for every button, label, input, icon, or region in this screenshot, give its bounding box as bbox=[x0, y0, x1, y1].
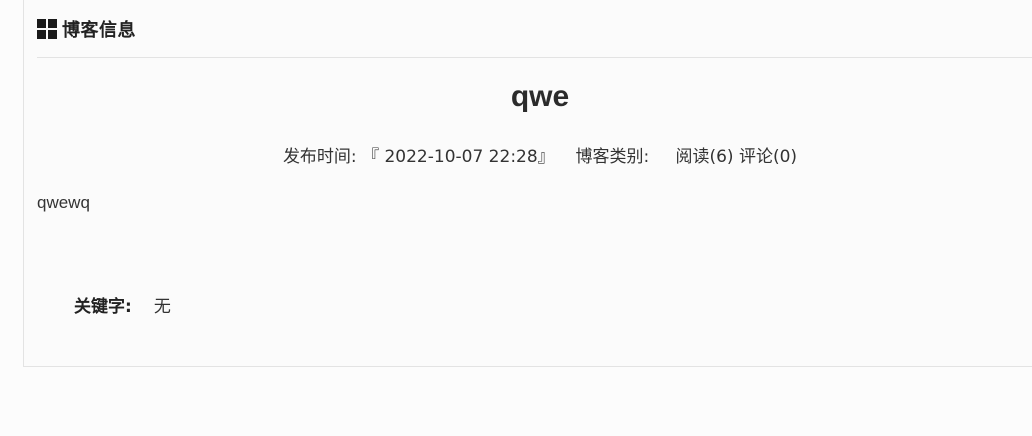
keywords-label: 关键字: bbox=[74, 297, 132, 317]
panel-header: 博客信息 bbox=[37, 14, 136, 44]
blog-meta: 发布时间: 『 2022-10-07 22:28』 博客类别: 阅读(6) 评论… bbox=[37, 142, 1032, 167]
keywords-row: 关键字: 无 bbox=[74, 292, 171, 317]
blog-info-panel: 博客信息 qwe 发布时间: 『 2022-10-07 22:28』 博客类别:… bbox=[23, 0, 1032, 367]
category-label: 博客类别: bbox=[575, 147, 650, 167]
publish-time-label: 发布时间: bbox=[282, 147, 357, 167]
blog-title: qwe bbox=[510, 80, 570, 113]
panel-title: 博客信息 bbox=[62, 20, 136, 41]
blog-content: qwewq bbox=[37, 193, 90, 212]
keywords-value: 无 bbox=[153, 297, 171, 317]
publish-time-value: 『 2022-10-07 22:28』 bbox=[362, 147, 555, 167]
header-divider bbox=[37, 57, 1032, 58]
grid-icon bbox=[37, 19, 57, 39]
comment-count: 评论(0) bbox=[738, 147, 798, 167]
read-count: 阅读(6) bbox=[675, 147, 734, 167]
